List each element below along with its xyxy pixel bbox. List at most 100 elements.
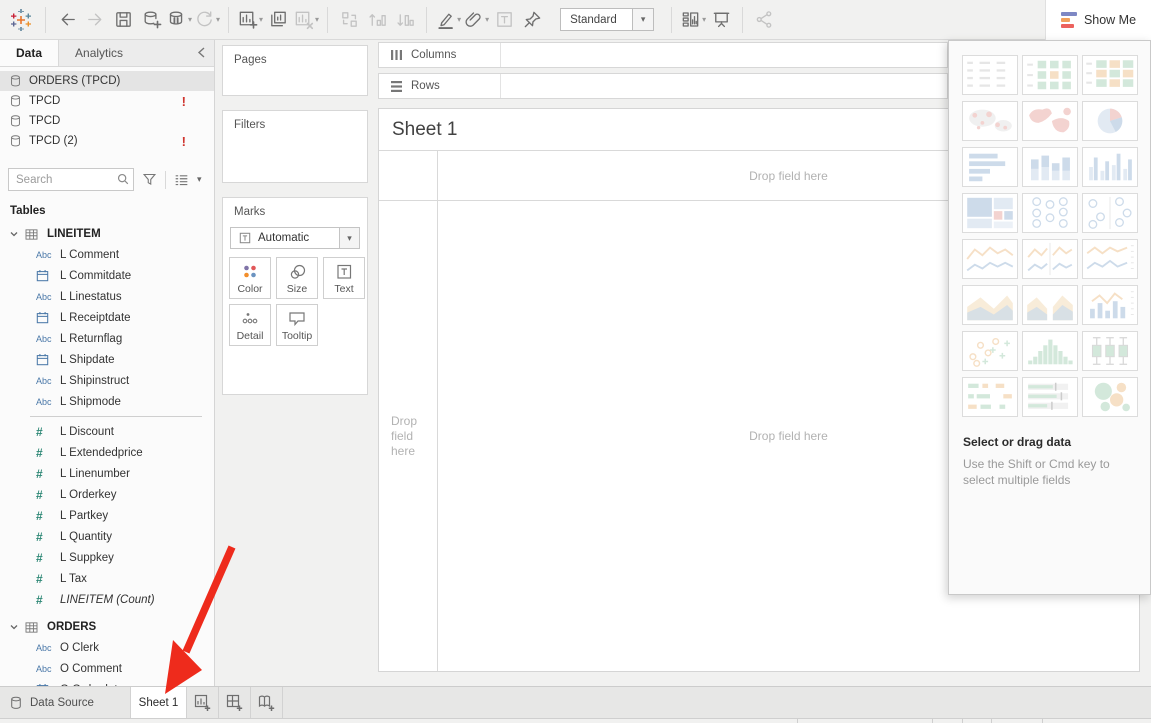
show-me-chart-side-by-side-circles[interactable] <box>1082 193 1138 233</box>
share-workbook-button[interactable] <box>751 5 777 35</box>
field-item[interactable]: AbcL Linestatus <box>0 286 214 307</box>
field-item[interactable]: AbcO Clerk <box>0 637 214 658</box>
pause-auto-updates-button[interactable]: ▾ <box>166 5 192 35</box>
redo-button[interactable] <box>82 5 108 35</box>
new-story-button[interactable] <box>251 687 283 718</box>
sort-ascending-button[interactable] <box>364 5 390 35</box>
datasource-item[interactable]: TPCD <box>0 111 214 131</box>
field-item[interactable]: #L Orderkey <box>0 484 214 505</box>
field-item[interactable]: #L Suppkey <box>0 547 214 568</box>
sheet1-tab[interactable]: Sheet 1 <box>131 687 187 718</box>
chevron-down-icon[interactable] <box>10 231 18 237</box>
swap-rows-and-columns-button[interactable] <box>336 5 362 35</box>
show-me-chart-stacked-bars[interactable] <box>1022 147 1078 187</box>
show-me-button[interactable]: Show Me <box>1045 0 1151 40</box>
field-item[interactable]: #LINEITEM (Count) <box>0 589 214 610</box>
datasource-item[interactable]: TPCD! <box>0 91 214 111</box>
show-me-chart-horizontal-bars[interactable] <box>962 147 1018 187</box>
search-input[interactable] <box>8 168 134 191</box>
clear-sheet-button[interactable]: ▾ <box>293 5 319 35</box>
field-item[interactable]: AbcL Shipmode <box>0 391 214 412</box>
field-item[interactable]: #L Linenumber <box>0 463 214 484</box>
field-item[interactable]: AbcL Shipinstruct <box>0 370 214 391</box>
field-item[interactable]: O Orderdate <box>0 679 214 686</box>
fix-axes-button[interactable] <box>519 5 545 35</box>
field-item[interactable]: AbcL Comment <box>0 244 214 265</box>
datasource-item[interactable]: ORDERS (TPCD) <box>0 71 214 91</box>
show-hide-cards-button[interactable]: ▾ <box>680 5 706 35</box>
toolbar-separator <box>671 7 672 33</box>
fit-selector[interactable]: Standard▾ <box>560 8 654 31</box>
show-me-chart-histogram[interactable] <box>1022 331 1078 371</box>
presentation-mode-button[interactable] <box>708 5 734 35</box>
show-me-chart-side-by-side-bars[interactable] <box>1082 147 1138 187</box>
show-mark-labels-button[interactable] <box>491 5 517 35</box>
data-source-tab[interactable]: Data Source <box>0 687 131 718</box>
field-item[interactable]: #L Partkey <box>0 505 214 526</box>
show-me-chart-pie-chart[interactable] <box>1082 101 1138 141</box>
tab-analytics[interactable]: Analytics <box>59 40 139 66</box>
view-options-icon[interactable] <box>174 173 189 187</box>
show-me-chart-dual-combination[interactable] <box>1082 285 1138 325</box>
clear-sheet-caret-icon: ▾ <box>315 15 319 24</box>
show-me-chart-highlight-table[interactable] <box>1022 55 1078 95</box>
sort-descending-button[interactable] <box>392 5 418 35</box>
collapse-pane-icon[interactable] <box>197 46 206 62</box>
rows-drop-zone[interactable]: Drop field here <box>379 201 438 671</box>
highlight-button[interactable]: ▾ <box>435 5 461 35</box>
filter-fields-icon[interactable] <box>142 172 157 187</box>
field-item[interactable]: AbcL Returnflag <box>0 328 214 349</box>
table-group-lineitem[interactable]: LINEITEM <box>0 224 214 244</box>
show-me-chart-packed-bubbles[interactable] <box>1082 377 1138 417</box>
show-me-chart-continuous-lines[interactable] <box>962 239 1018 279</box>
show-me-chart-box-and-whisker[interactable] <box>1082 331 1138 371</box>
show-me-chart-scatter-plot[interactable] <box>962 331 1018 371</box>
chevron-down-icon[interactable] <box>10 624 18 630</box>
save-button[interactable] <box>110 5 136 35</box>
show-me-chart-gantt-chart[interactable] <box>962 377 1018 417</box>
show-me-chart-treemap[interactable] <box>962 193 1018 233</box>
filters-card[interactable]: Filters <box>222 110 368 183</box>
show-me-chart-discrete-area[interactable] <box>1022 285 1078 325</box>
field-label: L Orderkey <box>60 489 116 501</box>
tab-data[interactable]: Data <box>0 40 59 66</box>
text-button[interactable]: Text <box>323 257 365 299</box>
undo-button[interactable] <box>54 5 80 35</box>
datasource-item[interactable]: TPCD (2)! <box>0 131 214 151</box>
color-button[interactable]: Color <box>229 257 271 299</box>
show-me-chart-circle-views[interactable] <box>1022 193 1078 233</box>
show-me-chart-dual-lines[interactable] <box>1082 239 1138 279</box>
run-auto-updates-button[interactable]: ▾ <box>194 5 220 35</box>
corner-drop-zone[interactable] <box>379 151 438 200</box>
show-me-chart-filled-map[interactable] <box>1022 101 1078 141</box>
view-options-caret-icon[interactable]: ▾ <box>197 174 202 185</box>
columns-shelf[interactable]: Columns <box>378 42 948 68</box>
field-item[interactable]: AbcO Comment <box>0 658 214 679</box>
show-me-chart-heat-map[interactable] <box>1082 55 1138 95</box>
show-me-chart-discrete-lines[interactable] <box>1022 239 1078 279</box>
detail-button[interactable]: Detail <box>229 304 271 346</box>
new-worksheet-button[interactable]: ▾ <box>237 5 263 35</box>
field-item[interactable]: #L Extendedprice <box>0 442 214 463</box>
new-worksheet-button[interactable] <box>187 687 219 718</box>
field-item[interactable]: L Receiptdate <box>0 307 214 328</box>
show-me-chart-bullet-graph[interactable] <box>1022 377 1078 417</box>
pages-card[interactable]: Pages <box>222 45 368 96</box>
show-me-chart-symbol-map[interactable] <box>962 101 1018 141</box>
size-button[interactable]: Size <box>276 257 318 299</box>
show-me-chart-continuous-area[interactable] <box>962 285 1018 325</box>
show-me-chart-text-table[interactable] <box>962 55 1018 95</box>
new-data-source-button[interactable] <box>138 5 164 35</box>
group-members-button[interactable]: ▾ <box>463 5 489 35</box>
field-item[interactable]: L Shipdate <box>0 349 214 370</box>
rows-shelf[interactable]: Rows <box>378 73 948 99</box>
field-item[interactable]: #L Quantity <box>0 526 214 547</box>
tooltip-button[interactable]: Tooltip <box>276 304 318 346</box>
field-item[interactable]: #L Discount <box>0 421 214 442</box>
field-item[interactable]: #L Tax <box>0 568 214 589</box>
field-item[interactable]: L Commitdate <box>0 265 214 286</box>
mark-type-dropdown[interactable]: Automatic ▾ <box>230 227 360 249</box>
new-dashboard-button[interactable] <box>219 687 251 718</box>
duplicate-sheet-button[interactable] <box>265 5 291 35</box>
table-group-orders[interactable]: ORDERS <box>0 617 214 637</box>
